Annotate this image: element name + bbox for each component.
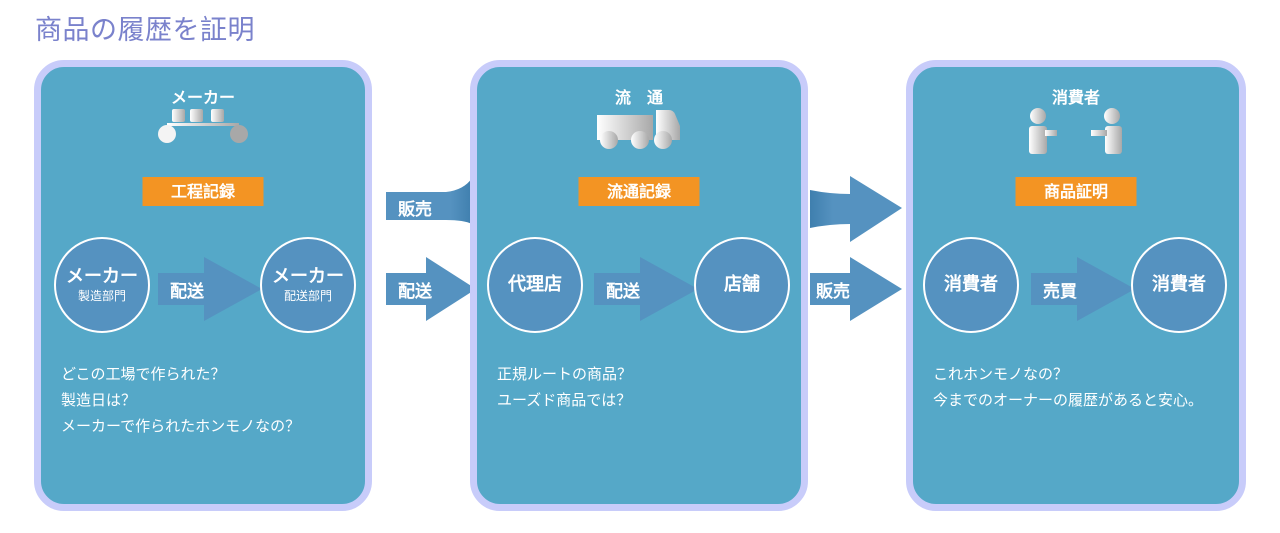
connector-curved-arrow	[810, 176, 902, 242]
question-line: 製造日は？	[61, 391, 137, 409]
node-store: 店舗	[694, 237, 790, 333]
node-sublabel: 製造部門	[77, 289, 126, 303]
panel-consumer: 消費者 商品証明 消費者 売買 消費者 これホンモノなの？ 今までのオーナーの履…	[906, 60, 1246, 511]
node-label: メーカー	[272, 266, 344, 287]
record-badge: 商品証明	[1015, 177, 1137, 206]
connector-label: 配送	[398, 282, 432, 302]
conveyor-belt-icon	[157, 107, 249, 151]
page-title: 商品の履歴を証明	[35, 15, 255, 46]
questions: 正規ルートの商品？ ユーズド商品では？	[497, 361, 787, 413]
panel-distribution: 流 通 流通記録 代理店 配送 店舗 正規ルートの商品？ ユーズド商品では？	[470, 60, 808, 511]
question-line: 今までのオーナーの履歴があると安心。	[933, 391, 1204, 409]
record-badge: 流通記録	[578, 177, 700, 206]
connector-label: 販売	[398, 200, 432, 220]
node-label: 消費者	[944, 274, 998, 295]
questions: これホンモノなの？ 今までのオーナーの履歴があると安心。	[933, 361, 1225, 413]
node-maker-shipping: メーカー 配送部門	[260, 237, 356, 333]
connector-shipping: 配送	[386, 257, 476, 321]
question-line: どこの工場で作られた？	[61, 365, 226, 383]
flow-arrow: 配送	[594, 257, 698, 321]
flow-arrow: 配送	[158, 257, 262, 321]
flow-arrow-label: 配送	[170, 282, 204, 302]
connector-sales: 販売	[810, 257, 902, 321]
flow-arrow: 売買	[1031, 257, 1135, 321]
node-consumer-seller: 消費者	[923, 237, 1019, 333]
node-sublabel: 配送部門	[283, 289, 332, 303]
node-label: 代理店	[508, 274, 562, 295]
panel-header: 消費者	[1051, 88, 1100, 107]
flow-arrow-label: 配送	[606, 282, 640, 302]
record-badge: 工程記録	[142, 177, 264, 206]
connector-label: 販売	[816, 282, 850, 302]
node-label: メーカー	[66, 266, 138, 287]
node-label: 店舗	[724, 274, 760, 295]
questions: どこの工場で作られた？ 製造日は？ メーカーで作られたホンモノなの？	[61, 361, 351, 439]
truck-icon	[597, 110, 681, 154]
node-consumer-buyer: 消費者	[1131, 237, 1227, 333]
node-label: 消費者	[1152, 274, 1206, 295]
question-line: ユーズド商品では？	[497, 391, 632, 409]
flow-arrow-label: 売買	[1043, 282, 1077, 302]
node-agency: 代理店	[487, 237, 583, 333]
panel-header: 流 通	[614, 88, 663, 107]
connector-sales-curved: 販売	[386, 178, 472, 224]
question-line: これホンモノなの？	[933, 365, 1069, 383]
node-maker-manufacturing: メーカー 製造部門	[54, 237, 150, 333]
people-handshake-icon	[1029, 108, 1123, 158]
panel-header: メーカー	[170, 88, 235, 107]
question-line: メーカーで作られたホンモノなの？	[61, 417, 301, 435]
question-line: 正規ルートの商品？	[497, 365, 633, 383]
panel-maker: メーカー 工程記録 メーカー 製造部門 配送 メーカー 配送部門 どこの工場で作…	[34, 60, 372, 511]
